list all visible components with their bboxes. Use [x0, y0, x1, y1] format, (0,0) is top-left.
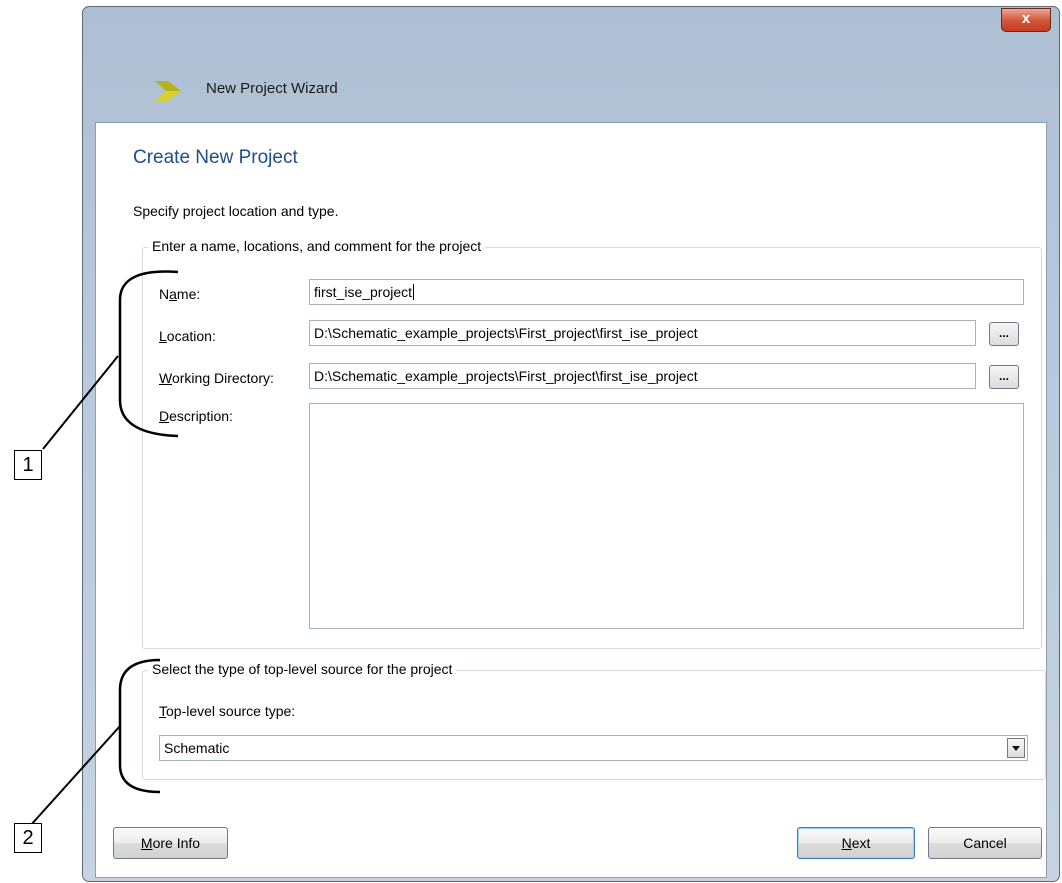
more-info-button[interactable]: More Info	[113, 827, 228, 859]
description-textarea[interactable]	[309, 403, 1024, 629]
location-browse-button[interactable]: ...	[989, 322, 1019, 346]
top-level-source-type-label: Top-level source type:	[159, 703, 296, 719]
working-directory-browse-button[interactable]: ...	[989, 365, 1019, 389]
chevron-down-icon[interactable]	[1007, 738, 1025, 758]
page-title: Create New Project	[133, 147, 298, 168]
annotation-callout-2: 2	[14, 823, 42, 853]
window-title: New Project Wizard	[206, 80, 338, 97]
next-button[interactable]: Next	[797, 827, 915, 859]
text-caret	[413, 284, 415, 300]
name-label: Name:	[159, 286, 201, 302]
top-level-source-type-value: Schematic	[164, 740, 230, 756]
page-subtitle: Specify project location and type.	[133, 203, 339, 219]
name-input[interactable]: first_ise_project	[309, 279, 1024, 305]
project-info-legend: Enter a name, locations, and comment for…	[148, 238, 486, 254]
cancel-button[interactable]: Cancel	[928, 827, 1042, 859]
annotation-callout-1: 1	[14, 450, 42, 480]
location-label: Location:	[159, 328, 216, 344]
working-directory-label: Working Directory:	[159, 370, 274, 386]
top-level-source-type-select[interactable]: Schematic	[159, 735, 1028, 761]
close-button[interactable]: x	[1001, 8, 1051, 32]
source-type-group	[142, 670, 1046, 780]
description-label: Description:	[159, 408, 233, 424]
xilinx-logo-icon	[155, 81, 181, 101]
title-bar[interactable]: x New Project Wizard	[83, 7, 1059, 123]
source-type-legend: Select the type of top-level source for …	[148, 661, 457, 677]
working-directory-input[interactable]: D:\Schematic_example_projects\First_proj…	[309, 363, 976, 389]
location-input[interactable]: D:\Schematic_example_projects\First_proj…	[309, 320, 976, 346]
